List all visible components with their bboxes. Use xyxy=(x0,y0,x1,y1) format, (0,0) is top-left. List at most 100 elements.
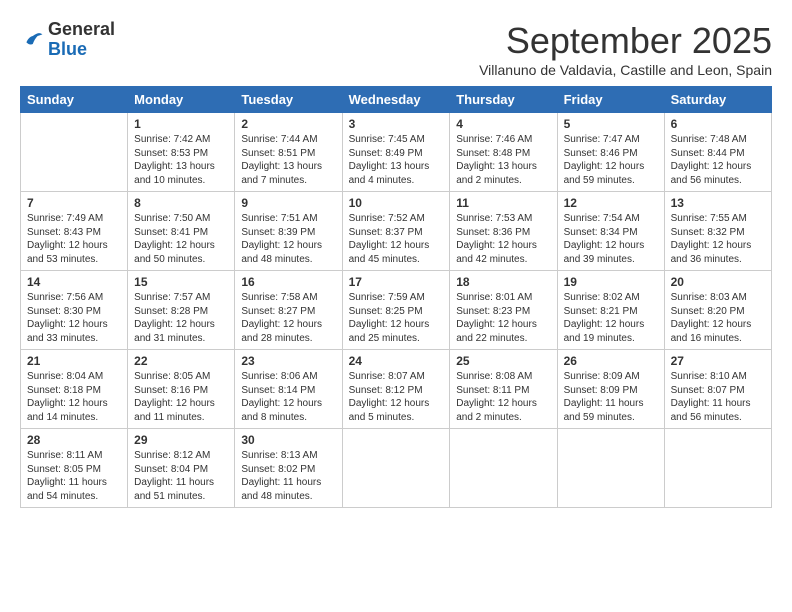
weekday-header-tuesday: Tuesday xyxy=(235,87,342,113)
day-info: Sunrise: 8:13 AMSunset: 8:02 PMDaylight:… xyxy=(241,449,335,503)
calendar-cell: 23Sunrise: 8:06 AMSunset: 8:14 PMDayligh… xyxy=(235,350,342,429)
logo-text: General Blue xyxy=(48,20,115,60)
day-info: Sunrise: 8:12 AMSunset: 8:04 PMDaylight:… xyxy=(134,449,228,503)
day-info: Sunrise: 7:48 AMSunset: 8:44 PMDaylight:… xyxy=(671,133,765,187)
day-info: Sunrise: 7:59 AMSunset: 8:25 PMDaylight:… xyxy=(349,291,444,345)
calendar-cell: 12 Sunrise: 7:54 AMSunset: 8:34 PMDayligh… xyxy=(557,192,664,271)
day-number: 27 xyxy=(671,354,765,368)
calendar: SundayMondayTuesdayWednesdayThursdayFrid… xyxy=(20,86,772,508)
calendar-cell: 17 Sunrise: 7:59 AMSunset: 8:25 PMDayligh… xyxy=(342,271,450,350)
calendar-cell: 19 Sunrise: 8:02 AMSunset: 8:21 PMDayligh… xyxy=(557,271,664,350)
calendar-cell: 6Sunrise: 7:48 AMSunset: 8:44 PMDaylight… xyxy=(664,113,771,192)
calendar-cell: 27 Sunrise: 8:10 AMSunset: 8:07 PMDayligh… xyxy=(664,350,771,429)
day-info: Sunrise: 7:44 AMSunset: 8:51 PMDaylight:… xyxy=(241,133,335,187)
day-number: 3 xyxy=(349,117,444,131)
calendar-cell: 16Sunrise: 7:58 AMSunset: 8:27 PMDayligh… xyxy=(235,271,342,350)
calendar-cell xyxy=(21,113,128,192)
day-number: 18 xyxy=(456,275,550,289)
day-info: Sunrise: 7:50 AMSunset: 8:41 PMDaylight:… xyxy=(134,212,228,266)
day-number: 2 xyxy=(241,117,335,131)
day-info: Sunrise: 8:06 AMSunset: 8:14 PMDaylight:… xyxy=(241,370,335,424)
calendar-cell: 11Sunrise: 7:53 AMSunset: 8:36 PMDayligh… xyxy=(450,192,557,271)
calendar-cell: 4 Sunrise: 7:46 AMSunset: 8:48 PMDaylight… xyxy=(450,113,557,192)
day-info: Sunrise: 7:45 AMSunset: 8:49 PMDaylight:… xyxy=(349,133,444,187)
day-number: 21 xyxy=(27,354,121,368)
day-info: Sunrise: 7:51 AMSunset: 8:39 PMDaylight:… xyxy=(241,212,335,266)
calendar-cell: 3 Sunrise: 7:45 AMSunset: 8:49 PMDaylight… xyxy=(342,113,450,192)
day-number: 29 xyxy=(134,433,228,447)
day-info: Sunrise: 7:57 AMSunset: 8:28 PMDaylight:… xyxy=(134,291,228,345)
logo-bird-icon xyxy=(20,28,44,52)
day-info: Sunrise: 8:08 AMSunset: 8:11 PMDaylight:… xyxy=(456,370,550,424)
day-number: 25 xyxy=(456,354,550,368)
calendar-cell xyxy=(557,429,664,508)
day-number: 12 xyxy=(564,196,658,210)
calendar-cell: 29 Sunrise: 8:12 AMSunset: 8:04 PMDayligh… xyxy=(128,429,235,508)
day-number: 8 xyxy=(134,196,228,210)
week-row-5: 28Sunrise: 8:11 AMSunset: 8:05 PMDayligh… xyxy=(21,429,772,508)
day-info: Sunrise: 8:09 AMSunset: 8:09 PMDaylight:… xyxy=(564,370,658,424)
logo: General Blue xyxy=(20,20,115,60)
calendar-cell: 13Sunrise: 7:55 AMSunset: 8:32 PMDayligh… xyxy=(664,192,771,271)
weekday-header-thursday: Thursday xyxy=(450,87,557,113)
calendar-cell: 10Sunrise: 7:52 AMSunset: 8:37 PMDayligh… xyxy=(342,192,450,271)
weekday-header-sunday: Sunday xyxy=(21,87,128,113)
day-info: Sunrise: 8:05 AMSunset: 8:16 PMDaylight:… xyxy=(134,370,228,424)
calendar-cell: 5 Sunrise: 7:47 AMSunset: 8:46 PMDaylight… xyxy=(557,113,664,192)
calendar-cell: 20Sunrise: 8:03 AMSunset: 8:20 PMDayligh… xyxy=(664,271,771,350)
calendar-cell: 9 Sunrise: 7:51 AMSunset: 8:39 PMDaylight… xyxy=(235,192,342,271)
day-number: 19 xyxy=(564,275,658,289)
calendar-cell: 1 Sunrise: 7:42 AMSunset: 8:53 PMDaylight… xyxy=(128,113,235,192)
day-number: 30 xyxy=(241,433,335,447)
header: General Blue September 2025 Villanuno de… xyxy=(20,20,772,78)
day-number: 7 xyxy=(27,196,121,210)
day-number: 26 xyxy=(564,354,658,368)
day-info: Sunrise: 7:42 AMSunset: 8:53 PMDaylight:… xyxy=(134,133,228,187)
weekday-header-saturday: Saturday xyxy=(664,87,771,113)
day-info: Sunrise: 7:55 AMSunset: 8:32 PMDaylight:… xyxy=(671,212,765,266)
day-info: Sunrise: 7:49 AMSunset: 8:43 PMDaylight:… xyxy=(27,212,121,266)
weekday-header-row: SundayMondayTuesdayWednesdayThursdayFrid… xyxy=(21,87,772,113)
calendar-cell: 22 Sunrise: 8:05 AMSunset: 8:16 PMDayligh… xyxy=(128,350,235,429)
weekday-header-friday: Friday xyxy=(557,87,664,113)
day-number: 1 xyxy=(134,117,228,131)
day-number: 20 xyxy=(671,275,765,289)
calendar-cell: 2 Sunrise: 7:44 AMSunset: 8:51 PMDaylight… xyxy=(235,113,342,192)
week-row-3: 14Sunrise: 7:56 AMSunset: 8:30 PMDayligh… xyxy=(21,271,772,350)
day-number: 4 xyxy=(456,117,550,131)
month-title: September 2025 xyxy=(479,20,772,62)
title-area: September 2025 Villanuno de Valdavia, Ca… xyxy=(479,20,772,78)
calendar-cell: 30 Sunrise: 8:13 AMSunset: 8:02 PMDayligh… xyxy=(235,429,342,508)
day-number: 9 xyxy=(241,196,335,210)
day-number: 16 xyxy=(241,275,335,289)
weekday-header-monday: Monday xyxy=(128,87,235,113)
day-info: Sunrise: 8:01 AMSunset: 8:23 PMDaylight:… xyxy=(456,291,550,345)
week-row-1: 1 Sunrise: 7:42 AMSunset: 8:53 PMDaylight… xyxy=(21,113,772,192)
day-number: 5 xyxy=(564,117,658,131)
day-number: 22 xyxy=(134,354,228,368)
calendar-cell: 21 Sunrise: 8:04 AMSunset: 8:18 PMDayligh… xyxy=(21,350,128,429)
day-info: Sunrise: 7:54 AMSunset: 8:34 PMDaylight:… xyxy=(564,212,658,266)
day-info: Sunrise: 7:52 AMSunset: 8:37 PMDaylight:… xyxy=(349,212,444,266)
week-row-2: 7 Sunrise: 7:49 AMSunset: 8:43 PMDaylight… xyxy=(21,192,772,271)
day-info: Sunrise: 8:11 AMSunset: 8:05 PMDaylight:… xyxy=(27,449,121,503)
day-info: Sunrise: 8:02 AMSunset: 8:21 PMDaylight:… xyxy=(564,291,658,345)
day-number: 15 xyxy=(134,275,228,289)
day-number: 24 xyxy=(349,354,444,368)
calendar-cell: 8 Sunrise: 7:50 AMSunset: 8:41 PMDaylight… xyxy=(128,192,235,271)
day-number: 17 xyxy=(349,275,444,289)
day-info: Sunrise: 7:47 AMSunset: 8:46 PMDaylight:… xyxy=(564,133,658,187)
day-info: Sunrise: 8:07 AMSunset: 8:12 PMDaylight:… xyxy=(349,370,444,424)
day-info: Sunrise: 8:04 AMSunset: 8:18 PMDaylight:… xyxy=(27,370,121,424)
weekday-header-wednesday: Wednesday xyxy=(342,87,450,113)
day-info: Sunrise: 8:10 AMSunset: 8:07 PMDaylight:… xyxy=(671,370,765,424)
calendar-cell xyxy=(664,429,771,508)
day-info: Sunrise: 7:53 AMSunset: 8:36 PMDaylight:… xyxy=(456,212,550,266)
subtitle: Villanuno de Valdavia, Castille and Leon… xyxy=(479,62,772,78)
calendar-cell: 14Sunrise: 7:56 AMSunset: 8:30 PMDayligh… xyxy=(21,271,128,350)
calendar-cell: 15 Sunrise: 7:57 AMSunset: 8:28 PMDayligh… xyxy=(128,271,235,350)
day-info: Sunrise: 7:46 AMSunset: 8:48 PMDaylight:… xyxy=(456,133,550,187)
calendar-cell: 28Sunrise: 8:11 AMSunset: 8:05 PMDayligh… xyxy=(21,429,128,508)
calendar-cell: 25 Sunrise: 8:08 AMSunset: 8:11 PMDayligh… xyxy=(450,350,557,429)
week-row-4: 21 Sunrise: 8:04 AMSunset: 8:18 PMDayligh… xyxy=(21,350,772,429)
